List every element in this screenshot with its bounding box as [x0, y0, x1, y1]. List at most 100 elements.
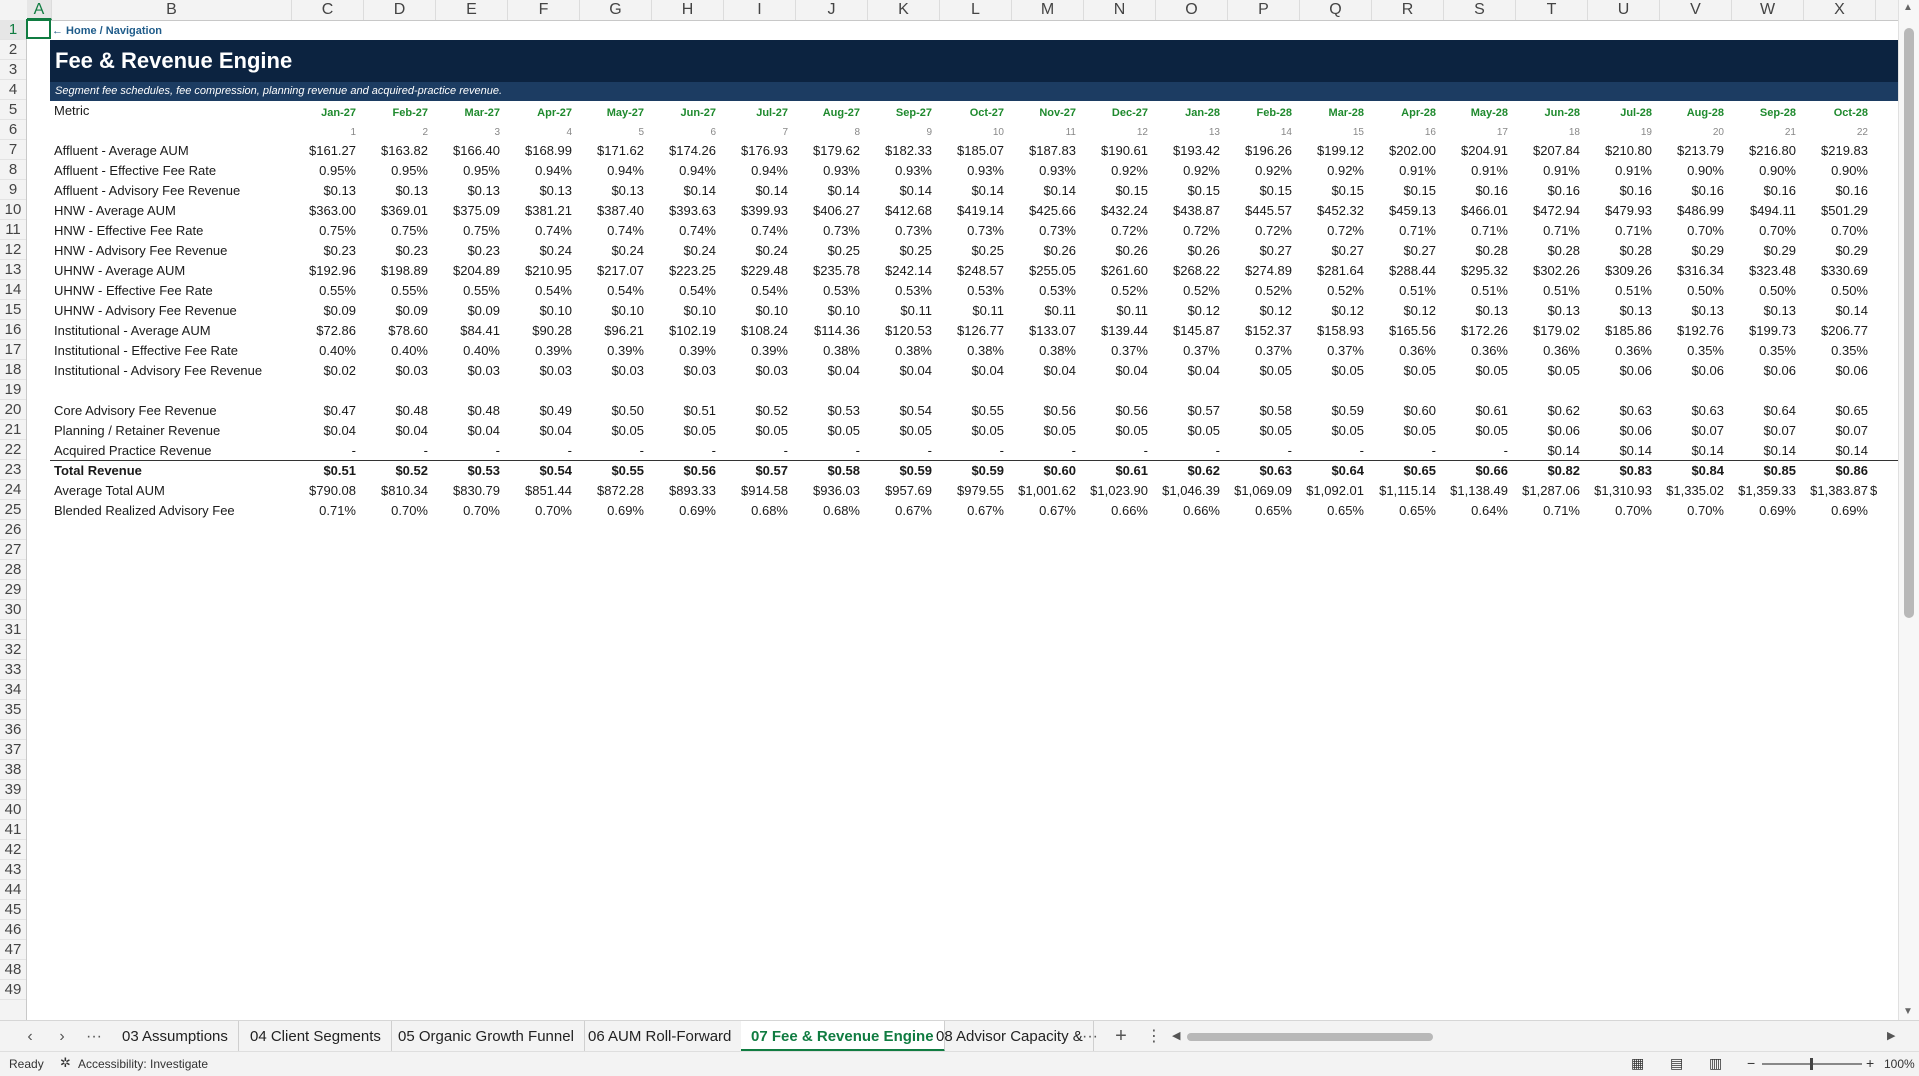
value-cell[interactable]: 0.70%	[1588, 501, 1652, 521]
value-cell[interactable]: $204.91	[1444, 141, 1508, 161]
value-cell[interactable]: $0.15	[1372, 181, 1436, 201]
value-cell[interactable]: 0.52%	[1084, 281, 1148, 301]
value-cell[interactable]: $0.15	[1084, 181, 1148, 201]
scroll-down-icon[interactable]: ▼	[1903, 1006, 1913, 1017]
value-cell[interactable]: 0.55%	[436, 281, 500, 301]
value-cell[interactable]: $229.48	[724, 261, 788, 281]
value-cell[interactable]: $196.26	[1228, 141, 1292, 161]
value-cell[interactable]: $0.04	[1084, 361, 1148, 381]
value-cell[interactable]: 0.35%	[1804, 341, 1868, 361]
value-cell[interactable]: 0.55%	[364, 281, 428, 301]
value-cell[interactable]: 0.36%	[1588, 341, 1652, 361]
row-label[interactable]: Affluent - Effective Fee Rate	[54, 161, 216, 181]
value-cell[interactable]: $452.32	[1300, 201, 1364, 221]
row-header-38[interactable]: 38	[0, 760, 26, 780]
value-cell[interactable]: $0.54	[868, 401, 932, 421]
value-cell[interactable]: $204.89	[436, 261, 500, 281]
value-cell[interactable]: $172.26	[1444, 321, 1508, 341]
value-cell[interactable]: $0.04	[796, 361, 860, 381]
row-header-9[interactable]: 9	[0, 180, 26, 200]
value-cell[interactable]: $0.13	[1516, 301, 1580, 321]
value-cell[interactable]: 0.40%	[292, 341, 356, 361]
row-header-42[interactable]: 42	[0, 840, 26, 860]
value-cell[interactable]: $171.62	[580, 141, 644, 161]
value-cell[interactable]: $0.62	[1156, 461, 1220, 481]
value-cell[interactable]: 0.66%	[1084, 501, 1148, 521]
sheet-tab[interactable]: 04 Client Segments	[240, 1021, 392, 1052]
value-cell[interactable]: $1,383.87	[1804, 481, 1868, 501]
value-cell[interactable]: $0.11	[940, 301, 1004, 321]
value-cell[interactable]: $957.69	[868, 481, 932, 501]
value-cell[interactable]: $0.52	[364, 461, 428, 481]
row-header-37[interactable]: 37	[0, 740, 26, 760]
value-cell[interactable]: $472.94	[1516, 201, 1580, 221]
add-sheet-icon[interactable]: +	[1109, 1021, 1133, 1052]
value-cell[interactable]: -	[1300, 441, 1364, 461]
value-cell[interactable]: $0.16	[1516, 181, 1580, 201]
value-cell[interactable]: -	[652, 441, 716, 461]
value-cell[interactable]: 0.75%	[364, 221, 428, 241]
value-cell[interactable]: $0.05	[1228, 421, 1292, 441]
value-cell[interactable]: -	[724, 441, 788, 461]
value-cell[interactable]: $179.62	[796, 141, 860, 161]
cell-area[interactable]: ← Home / Navigation Fee & Revenue Engine S…	[27, 21, 1899, 1020]
value-cell[interactable]: $0.06	[1588, 361, 1652, 381]
value-cell[interactable]: 0.93%	[868, 161, 932, 181]
value-cell[interactable]: $166.40	[436, 141, 500, 161]
row-header-12[interactable]: 12	[0, 240, 26, 260]
row-label[interactable]: Institutional - Advisory Fee Revenue	[54, 361, 262, 381]
value-cell[interactable]: 0.94%	[652, 161, 716, 181]
value-cell[interactable]: $0.03	[580, 361, 644, 381]
value-cell[interactable]: $0.14	[1804, 441, 1868, 461]
row-header-33[interactable]: 33	[0, 660, 26, 680]
row-header-24[interactable]: 24	[0, 480, 26, 500]
column-header-s[interactable]: S	[1444, 0, 1516, 20]
value-cell[interactable]: $0.09	[364, 301, 428, 321]
value-cell[interactable]: $309.26	[1588, 261, 1652, 281]
column-header-m[interactable]: M	[1012, 0, 1084, 20]
zoom-out-icon[interactable]: −	[1747, 1055, 1755, 1071]
zoom-slider-handle[interactable]	[1810, 1058, 1813, 1070]
row-header-5[interactable]: 5	[0, 100, 26, 120]
row-label[interactable]: Core Advisory Fee Revenue	[54, 401, 217, 421]
value-cell[interactable]: $0.56	[652, 461, 716, 481]
value-cell[interactable]: 0.38%	[1012, 341, 1076, 361]
row-header-43[interactable]: 43	[0, 860, 26, 880]
row-header-32[interactable]: 32	[0, 640, 26, 660]
value-cell[interactable]: 0.70%	[1732, 221, 1796, 241]
zoom-slider[interactable]	[1762, 1058, 1862, 1070]
column-header-n[interactable]: N	[1084, 0, 1156, 20]
value-cell[interactable]: $0.50	[580, 401, 644, 421]
value-cell[interactable]: $0.59	[868, 461, 932, 481]
value-cell[interactable]: $114.36	[796, 321, 860, 341]
value-cell[interactable]: 0.75%	[292, 221, 356, 241]
row-header-23[interactable]: 23	[0, 460, 26, 480]
value-cell[interactable]: $248.57	[940, 261, 1004, 281]
value-cell[interactable]: $158.93	[1300, 321, 1364, 341]
zoom-level[interactable]: 100%	[1884, 1057, 1915, 1071]
value-cell[interactable]: $914.58	[724, 481, 788, 501]
row-header-25[interactable]: 25	[0, 500, 26, 520]
column-header-x[interactable]: X	[1804, 0, 1876, 20]
value-cell[interactable]: $0.05	[580, 421, 644, 441]
value-cell[interactable]: $0.05	[724, 421, 788, 441]
value-cell[interactable]: 0.70%	[1660, 221, 1724, 241]
value-cell[interactable]: -	[1012, 441, 1076, 461]
value-cell[interactable]: $0.61	[1444, 401, 1508, 421]
value-cell[interactable]: 0.74%	[652, 221, 716, 241]
value-cell[interactable]: $0.63	[1228, 461, 1292, 481]
value-cell[interactable]: $0.84	[1660, 461, 1724, 481]
value-cell[interactable]: -	[940, 441, 1004, 461]
column-header-o[interactable]: O	[1156, 0, 1228, 20]
value-cell[interactable]: $412.68	[868, 201, 932, 221]
value-cell[interactable]: $330.69	[1804, 261, 1868, 281]
column-header-d[interactable]: D	[364, 0, 436, 20]
value-cell[interactable]: $0.05	[1300, 421, 1364, 441]
value-cell[interactable]: $193.42	[1156, 141, 1220, 161]
value-cell[interactable]: $185.86	[1588, 321, 1652, 341]
value-cell[interactable]: 0.51%	[1444, 281, 1508, 301]
value-cell[interactable]: $139.44	[1084, 321, 1148, 341]
value-cell[interactable]: $0.28	[1516, 241, 1580, 261]
value-cell[interactable]: $0.06	[1516, 421, 1580, 441]
value-cell[interactable]: $0.63	[1660, 401, 1724, 421]
